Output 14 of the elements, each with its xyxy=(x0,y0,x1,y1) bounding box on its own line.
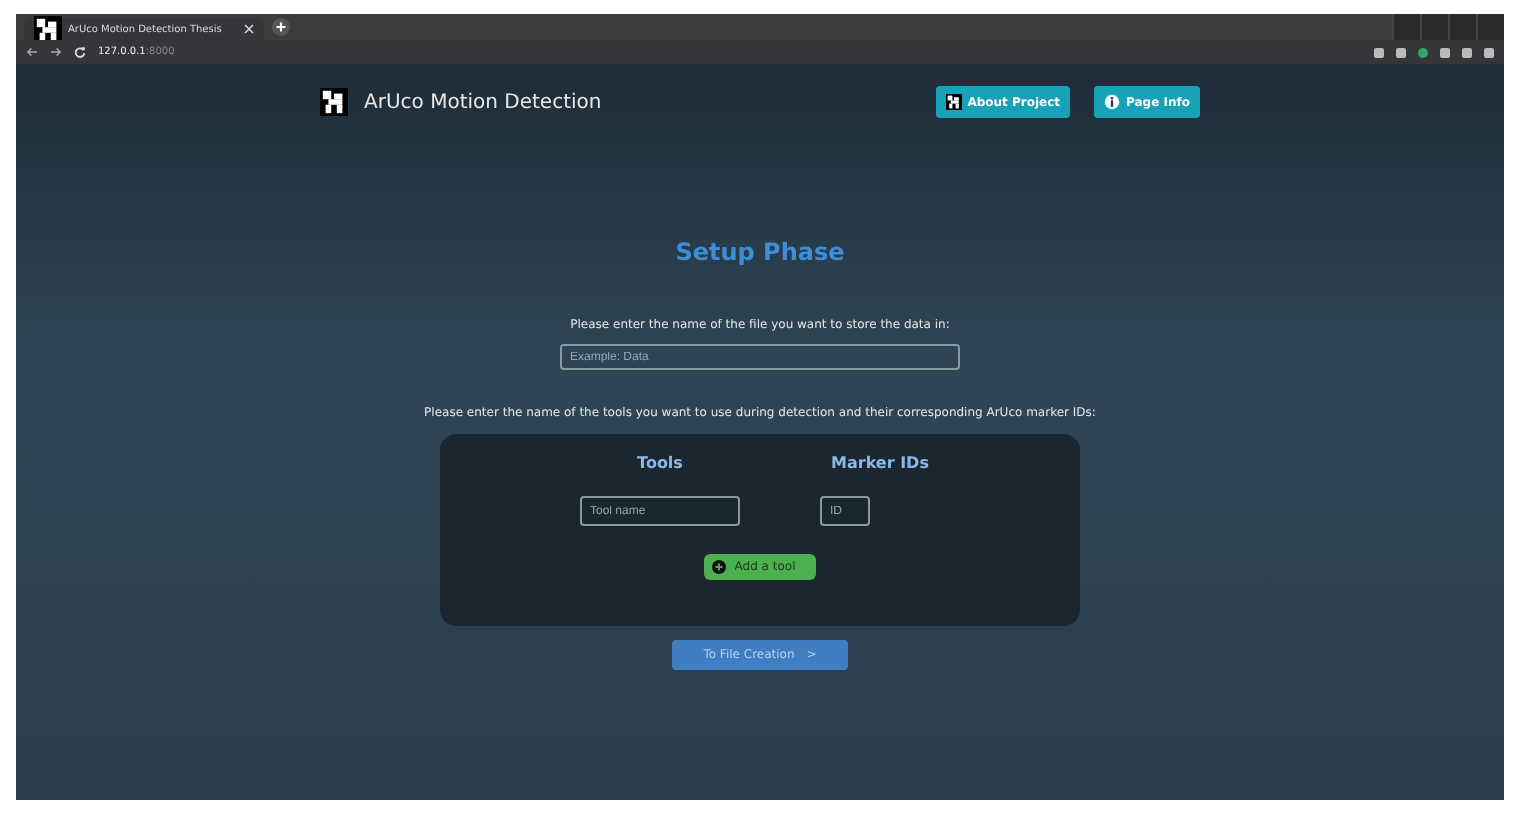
info-icon xyxy=(1104,94,1121,110)
column-header: Marker IDs xyxy=(829,454,931,472)
marker-icon xyxy=(945,94,962,110)
forward-icon[interactable] xyxy=(50,46,62,58)
reload-icon[interactable] xyxy=(74,46,86,58)
column-header: Tools xyxy=(635,454,685,472)
new-tab-icon[interactable] xyxy=(272,18,290,36)
back-icon[interactable] xyxy=(26,46,38,58)
logo-icon xyxy=(320,88,348,116)
tab-marker-icon xyxy=(34,15,62,43)
page-title: Setup Phase xyxy=(675,238,845,266)
plus-circle-icon xyxy=(712,560,727,574)
extension-icon[interactable] xyxy=(1418,47,1428,57)
brand-title: ArUco Motion Detection xyxy=(364,91,602,113)
